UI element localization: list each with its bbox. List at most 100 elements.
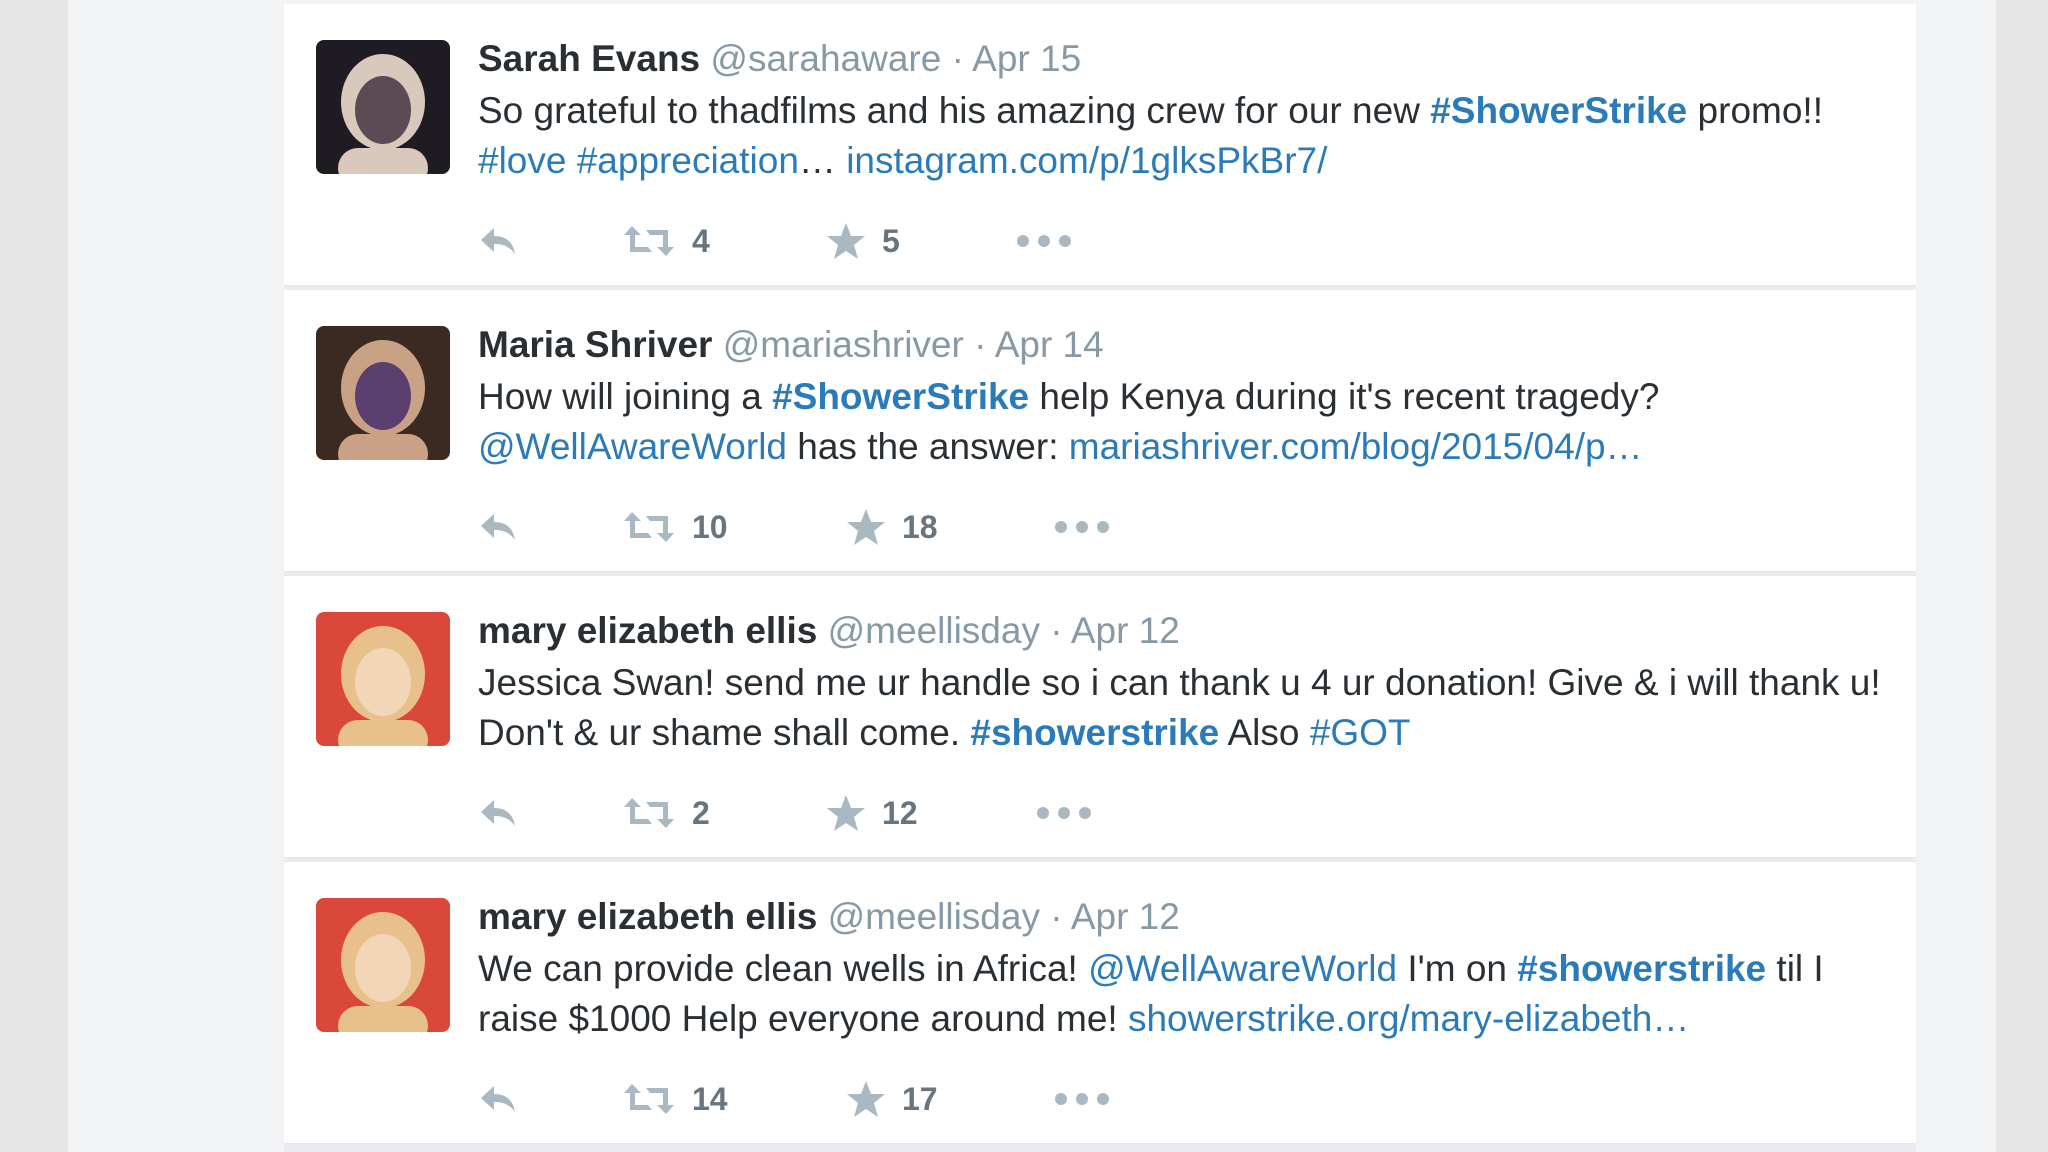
avatar[interactable] [316, 40, 450, 174]
more-button[interactable] [1036, 786, 1092, 840]
user-handle[interactable]: @mariashriver [723, 324, 964, 365]
star-icon [827, 223, 865, 259]
reply-button[interactable] [478, 1072, 518, 1126]
favorite-count: 5 [882, 222, 900, 259]
avatar-image [316, 898, 450, 1032]
user-handle[interactable]: @meellisday [828, 896, 1040, 937]
retweet-count: 14 [692, 1080, 728, 1117]
hashtag-link[interactable]: #showerstrike [1517, 948, 1766, 989]
tweet-link[interactable]: @WellAwareWorld [1088, 948, 1397, 989]
retweet-count: 10 [692, 508, 728, 545]
tweet-text: Jessica Swan! send me ur handle so i can… [478, 658, 1886, 758]
star-icon [847, 509, 885, 545]
retweet-icon [624, 1084, 674, 1114]
tweet[interactable]: mary elizabeth ellis @meellisday · Apr 1… [284, 862, 1916, 1144]
reply-icon [481, 800, 515, 826]
hashtag-link[interactable]: #ShowerStrike [772, 376, 1029, 417]
separator: · [1050, 610, 1063, 651]
favorite-button[interactable]: 5 [826, 214, 900, 268]
tweet-text-segment: promo!! [1687, 90, 1823, 131]
more-button[interactable] [1016, 214, 1072, 268]
tweet-actions: 4 5 [478, 214, 1378, 268]
tweet-link[interactable]: #appreciation [577, 140, 799, 181]
favorite-button[interactable]: 12 [826, 786, 918, 840]
retweet-button[interactable]: 14 [622, 1072, 728, 1126]
tweet-actions: 14 17 [478, 1072, 1378, 1126]
user-handle[interactable]: @sarahaware [710, 38, 941, 79]
more-button[interactable] [1054, 1072, 1110, 1126]
tweet-text-segment: Also [1219, 712, 1310, 753]
separator: · [951, 38, 964, 79]
tweet-text-segment: So grateful to thadfilms and his amazing… [478, 90, 1431, 131]
tweet-text-segment: … [798, 140, 847, 181]
reply-button[interactable] [478, 500, 518, 554]
tweet[interactable]: Sarah Evans @sarahaware · Apr 15 So grat… [284, 4, 1916, 286]
favorite-button[interactable]: 18 [846, 500, 938, 554]
retweet-button[interactable]: 4 [622, 214, 710, 268]
more-icon [1055, 1093, 1109, 1105]
reply-button[interactable] [478, 786, 518, 840]
tweet-header: mary elizabeth ellis @meellisday · Apr 1… [478, 608, 1886, 654]
tweet[interactable]: mary elizabeth ellis @meellisday · Apr 1… [284, 576, 1916, 858]
tweet-timestamp[interactable]: Apr 15 [972, 38, 1081, 79]
tweet-actions: 10 18 [478, 500, 1378, 554]
avatar-image [316, 612, 450, 746]
tweet-text-segment: We can provide clean wells in Africa! [478, 948, 1089, 989]
retweet-button[interactable]: 2 [622, 786, 710, 840]
more-icon [1037, 807, 1091, 819]
tweet-timestamp[interactable]: Apr 12 [1071, 896, 1180, 937]
tweet-actions: 2 12 [478, 786, 1378, 840]
favorite-count: 18 [902, 508, 938, 545]
reply-button[interactable] [478, 214, 518, 268]
avatar[interactable] [316, 898, 450, 1032]
tweet-link[interactable]: instagram.com/p/1glksPkBr7/ [846, 140, 1327, 181]
user-handle[interactable]: @meellisday [828, 610, 1040, 651]
user-fullname[interactable]: mary elizabeth ellis [478, 610, 817, 651]
tweet-text-segment: How will joining a [478, 376, 773, 417]
user-fullname[interactable]: Sarah Evans [478, 38, 700, 79]
tweet-link[interactable]: @WellAwareWorld [478, 426, 787, 467]
tweet-link[interactable]: mariashriver.com/blog/2015/04/p… [1069, 426, 1643, 467]
user-fullname[interactable]: mary elizabeth ellis [478, 896, 817, 937]
slide-background: Sarah Evans @sarahaware · Apr 15 So grat… [68, 0, 1996, 1152]
tweet-link[interactable]: showerstrike.org/mary-elizabeth… [1128, 998, 1689, 1039]
retweet-icon [624, 512, 674, 542]
favorite-count: 12 [882, 794, 918, 831]
tweet-text-segment: help Kenya during it's recent tragedy? [1029, 376, 1660, 417]
tweet-text-segment: has the answer: [787, 426, 1069, 467]
tweet-timestamp[interactable]: Apr 14 [995, 324, 1104, 365]
tweet-link[interactable]: #love [478, 140, 566, 181]
tweet-feed: Sarah Evans @sarahaware · Apr 15 So grat… [284, 4, 1916, 1152]
star-icon [827, 795, 865, 831]
hashtag-link[interactable]: #ShowerStrike [1430, 90, 1687, 131]
retweet-button[interactable]: 10 [622, 500, 728, 554]
avatar-image [316, 40, 450, 174]
screen-background: Sarah Evans @sarahaware · Apr 15 So grat… [0, 0, 2048, 1152]
retweet-icon [624, 798, 674, 828]
more-button[interactable] [1054, 500, 1110, 554]
tweet-header: mary elizabeth ellis @meellisday · Apr 1… [478, 894, 1886, 940]
tweet-text: So grateful to thadfilms and his amazing… [478, 86, 1886, 186]
reply-icon [481, 514, 515, 540]
avatar[interactable] [316, 326, 450, 460]
tweet-text-segment [566, 140, 576, 181]
tweet-link[interactable]: #GOT [1310, 712, 1411, 753]
tweet-text-segment: I'm on [1397, 948, 1518, 989]
tweet-text: We can provide clean wells in Africa! @W… [478, 944, 1886, 1044]
retweet-count: 4 [692, 222, 710, 259]
user-fullname[interactable]: Maria Shriver [478, 324, 712, 365]
tweet-text: How will joining a #ShowerStrike help Ke… [478, 372, 1886, 472]
hashtag-link[interactable]: #showerstrike [970, 712, 1219, 753]
separator: · [974, 324, 987, 365]
avatar-image [316, 326, 450, 460]
star-icon [847, 1081, 885, 1117]
avatar[interactable] [316, 612, 450, 746]
favorite-count: 17 [902, 1080, 938, 1117]
reply-icon [481, 228, 515, 254]
tweet[interactable]: Maria Shriver @mariashriver · Apr 14 How… [284, 290, 1916, 572]
favorite-button[interactable]: 17 [846, 1072, 938, 1126]
separator: · [1050, 896, 1063, 937]
tweet-header: Maria Shriver @mariashriver · Apr 14 [478, 322, 1886, 368]
tweet-timestamp[interactable]: Apr 12 [1071, 610, 1180, 651]
reply-icon [481, 1086, 515, 1112]
